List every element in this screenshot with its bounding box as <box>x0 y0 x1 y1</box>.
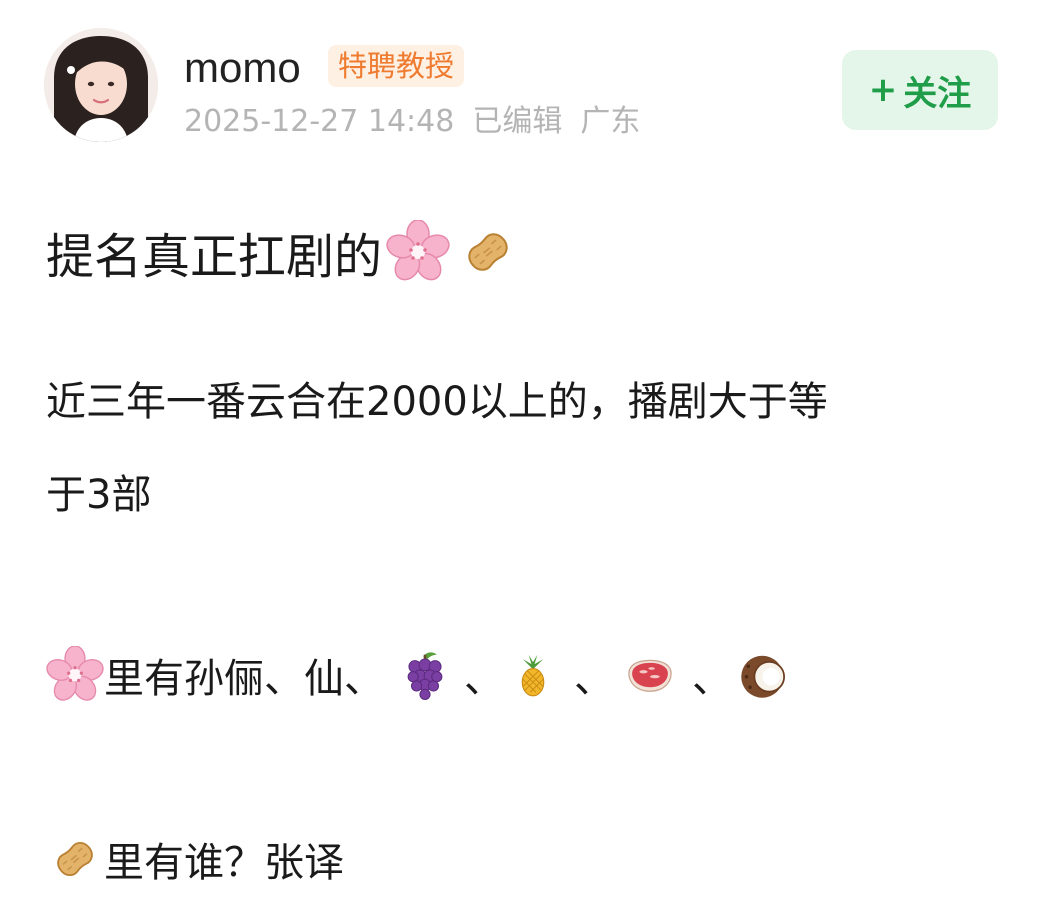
edited-label: 已编辑 <box>472 104 563 139</box>
post-meta: 2025-12-27 14:48 已编辑 广东 <box>184 100 640 144</box>
separator: 、 <box>574 656 614 702</box>
post-title-text: 提名真正扛剧的 <box>46 229 383 285</box>
weibo-post: momo 特聘教授 2025-12-27 14:48 已编辑 广东 + 关注 提名真… <box>0 0 1040 900</box>
author-badge: 特聘教授 <box>328 45 465 87</box>
post-location: 广东 <box>580 104 641 139</box>
grapes-icon <box>398 646 452 704</box>
coconut-icon <box>736 647 792 703</box>
avatar[interactable] <box>44 28 158 142</box>
peanut-line-text: 里有谁？张译 <box>104 840 344 886</box>
separator: 、 <box>464 656 504 702</box>
flower-line: 里有孙俪、仙、 、 、 、 <box>46 640 792 710</box>
plus-icon: + <box>868 70 898 110</box>
follow-button[interactable]: + 关注 <box>842 50 998 130</box>
flower-line-text: 里有孙俪、仙、 <box>104 656 384 702</box>
peanut-line: 里有谁？张译 <box>46 826 344 892</box>
pineapple-icon <box>510 646 556 704</box>
post-title: 提名真正扛剧的 <box>46 212 520 292</box>
meat-icon <box>620 649 680 701</box>
peanut-icon <box>46 830 104 888</box>
follow-label: 关注 <box>903 73 972 114</box>
post-timestamp: 2025-12-27 14:48 <box>184 104 455 139</box>
cherry-blossom-icon <box>46 646 104 704</box>
separator: 、 <box>692 656 732 702</box>
author-name[interactable]: momo <box>184 40 301 96</box>
paragraph-1-line-2: 于3部 <box>46 472 152 518</box>
paragraph-1-line-1: 近三年一番云合在2000以上的，播剧大于等 <box>46 379 828 425</box>
peanut-icon <box>456 220 520 284</box>
cherry-blossom-icon <box>386 220 450 284</box>
